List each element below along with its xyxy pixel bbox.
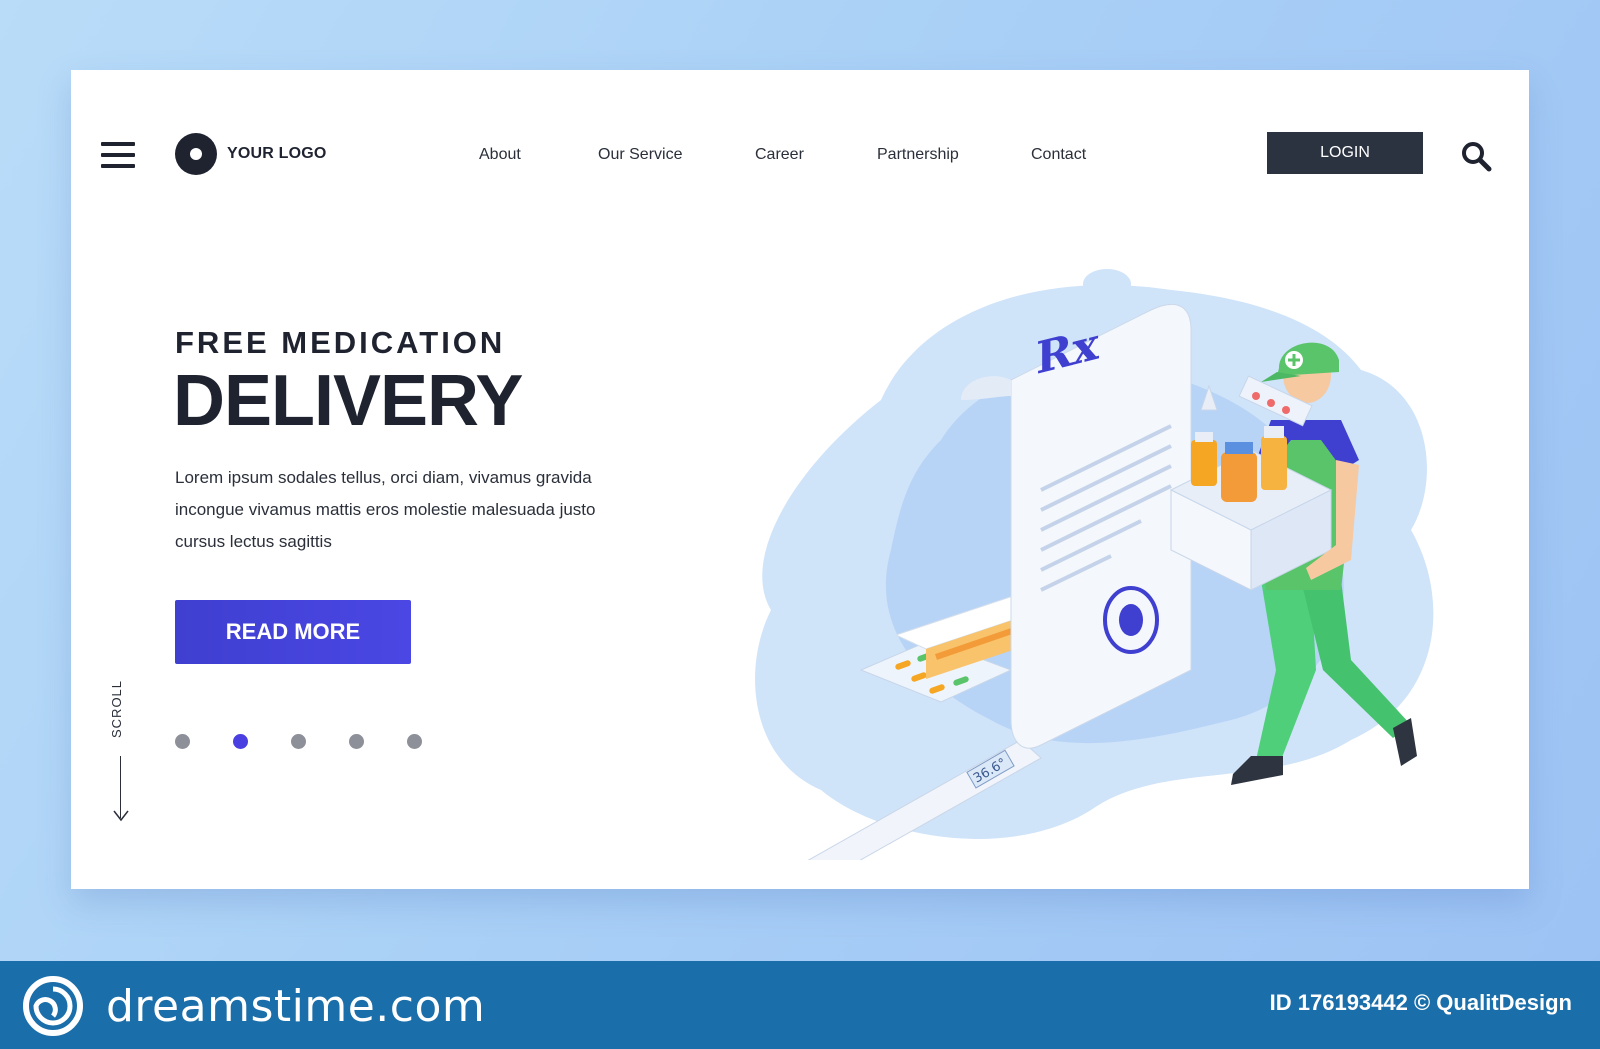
arrow-down-icon [113, 810, 129, 822]
nav-contact[interactable]: Contact [1031, 146, 1086, 164]
nav-about[interactable]: About [479, 146, 521, 164]
pagination-dot-4[interactable] [349, 734, 364, 749]
logo[interactable]: YOUR LOGO [175, 133, 327, 175]
scroll-label: SCROLL [109, 679, 124, 738]
login-button[interactable]: LOGIN [1267, 132, 1423, 174]
footer-bar: dreamstime.com ID 176193442 © QualitDesi… [0, 961, 1600, 1049]
search-icon[interactable] [1460, 140, 1492, 172]
pagination-dot-3[interactable] [291, 734, 306, 749]
description-line: Lorem ipsum sodales tellus, orci diam, v… [175, 468, 592, 487]
hamburger-menu-icon[interactable] [101, 142, 135, 170]
logo-text: YOUR LOGO [227, 145, 327, 162]
footer-image-meta: ID 176193442 © QualitDesign [1269, 990, 1572, 1015]
pagination-dot-5[interactable] [407, 734, 422, 749]
bubble [822, 548, 850, 572]
hero-title: DELIVERY [173, 361, 523, 441]
read-more-button[interactable]: READ MORE [175, 600, 411, 664]
dreamstime-spiral-icon [23, 976, 83, 1036]
delivery-illustration: 36.6° Rx [755, 269, 1434, 860]
nav-career[interactable]: Career [755, 146, 804, 164]
pagination-dot-2[interactable] [233, 734, 248, 749]
description-line: cursus lectus sagittis [175, 532, 332, 551]
footer-logo[interactable]: dreamstime.com [22, 975, 485, 1037]
hero-overline: FREE MEDICATION [175, 325, 506, 360]
landing-card: YOUR LOGO About Our Service Career Partn… [71, 70, 1529, 889]
bubble [1083, 269, 1131, 299]
pagination-dot-1[interactable] [175, 734, 190, 749]
nav-our-service[interactable]: Our Service [598, 146, 682, 164]
footer-brand: dreamstime.com [106, 980, 486, 1032]
hero-description: Lorem ipsum sodales tellus, orci diam, v… [175, 462, 655, 558]
logo-mark-icon [175, 133, 217, 175]
scroll-indicator[interactable]: SCROLL [107, 678, 135, 828]
scroll-line [120, 756, 121, 818]
nav-partnership[interactable]: Partnership [877, 146, 959, 164]
description-line: incongue vivamus mattis eros molestie ma… [175, 500, 596, 519]
